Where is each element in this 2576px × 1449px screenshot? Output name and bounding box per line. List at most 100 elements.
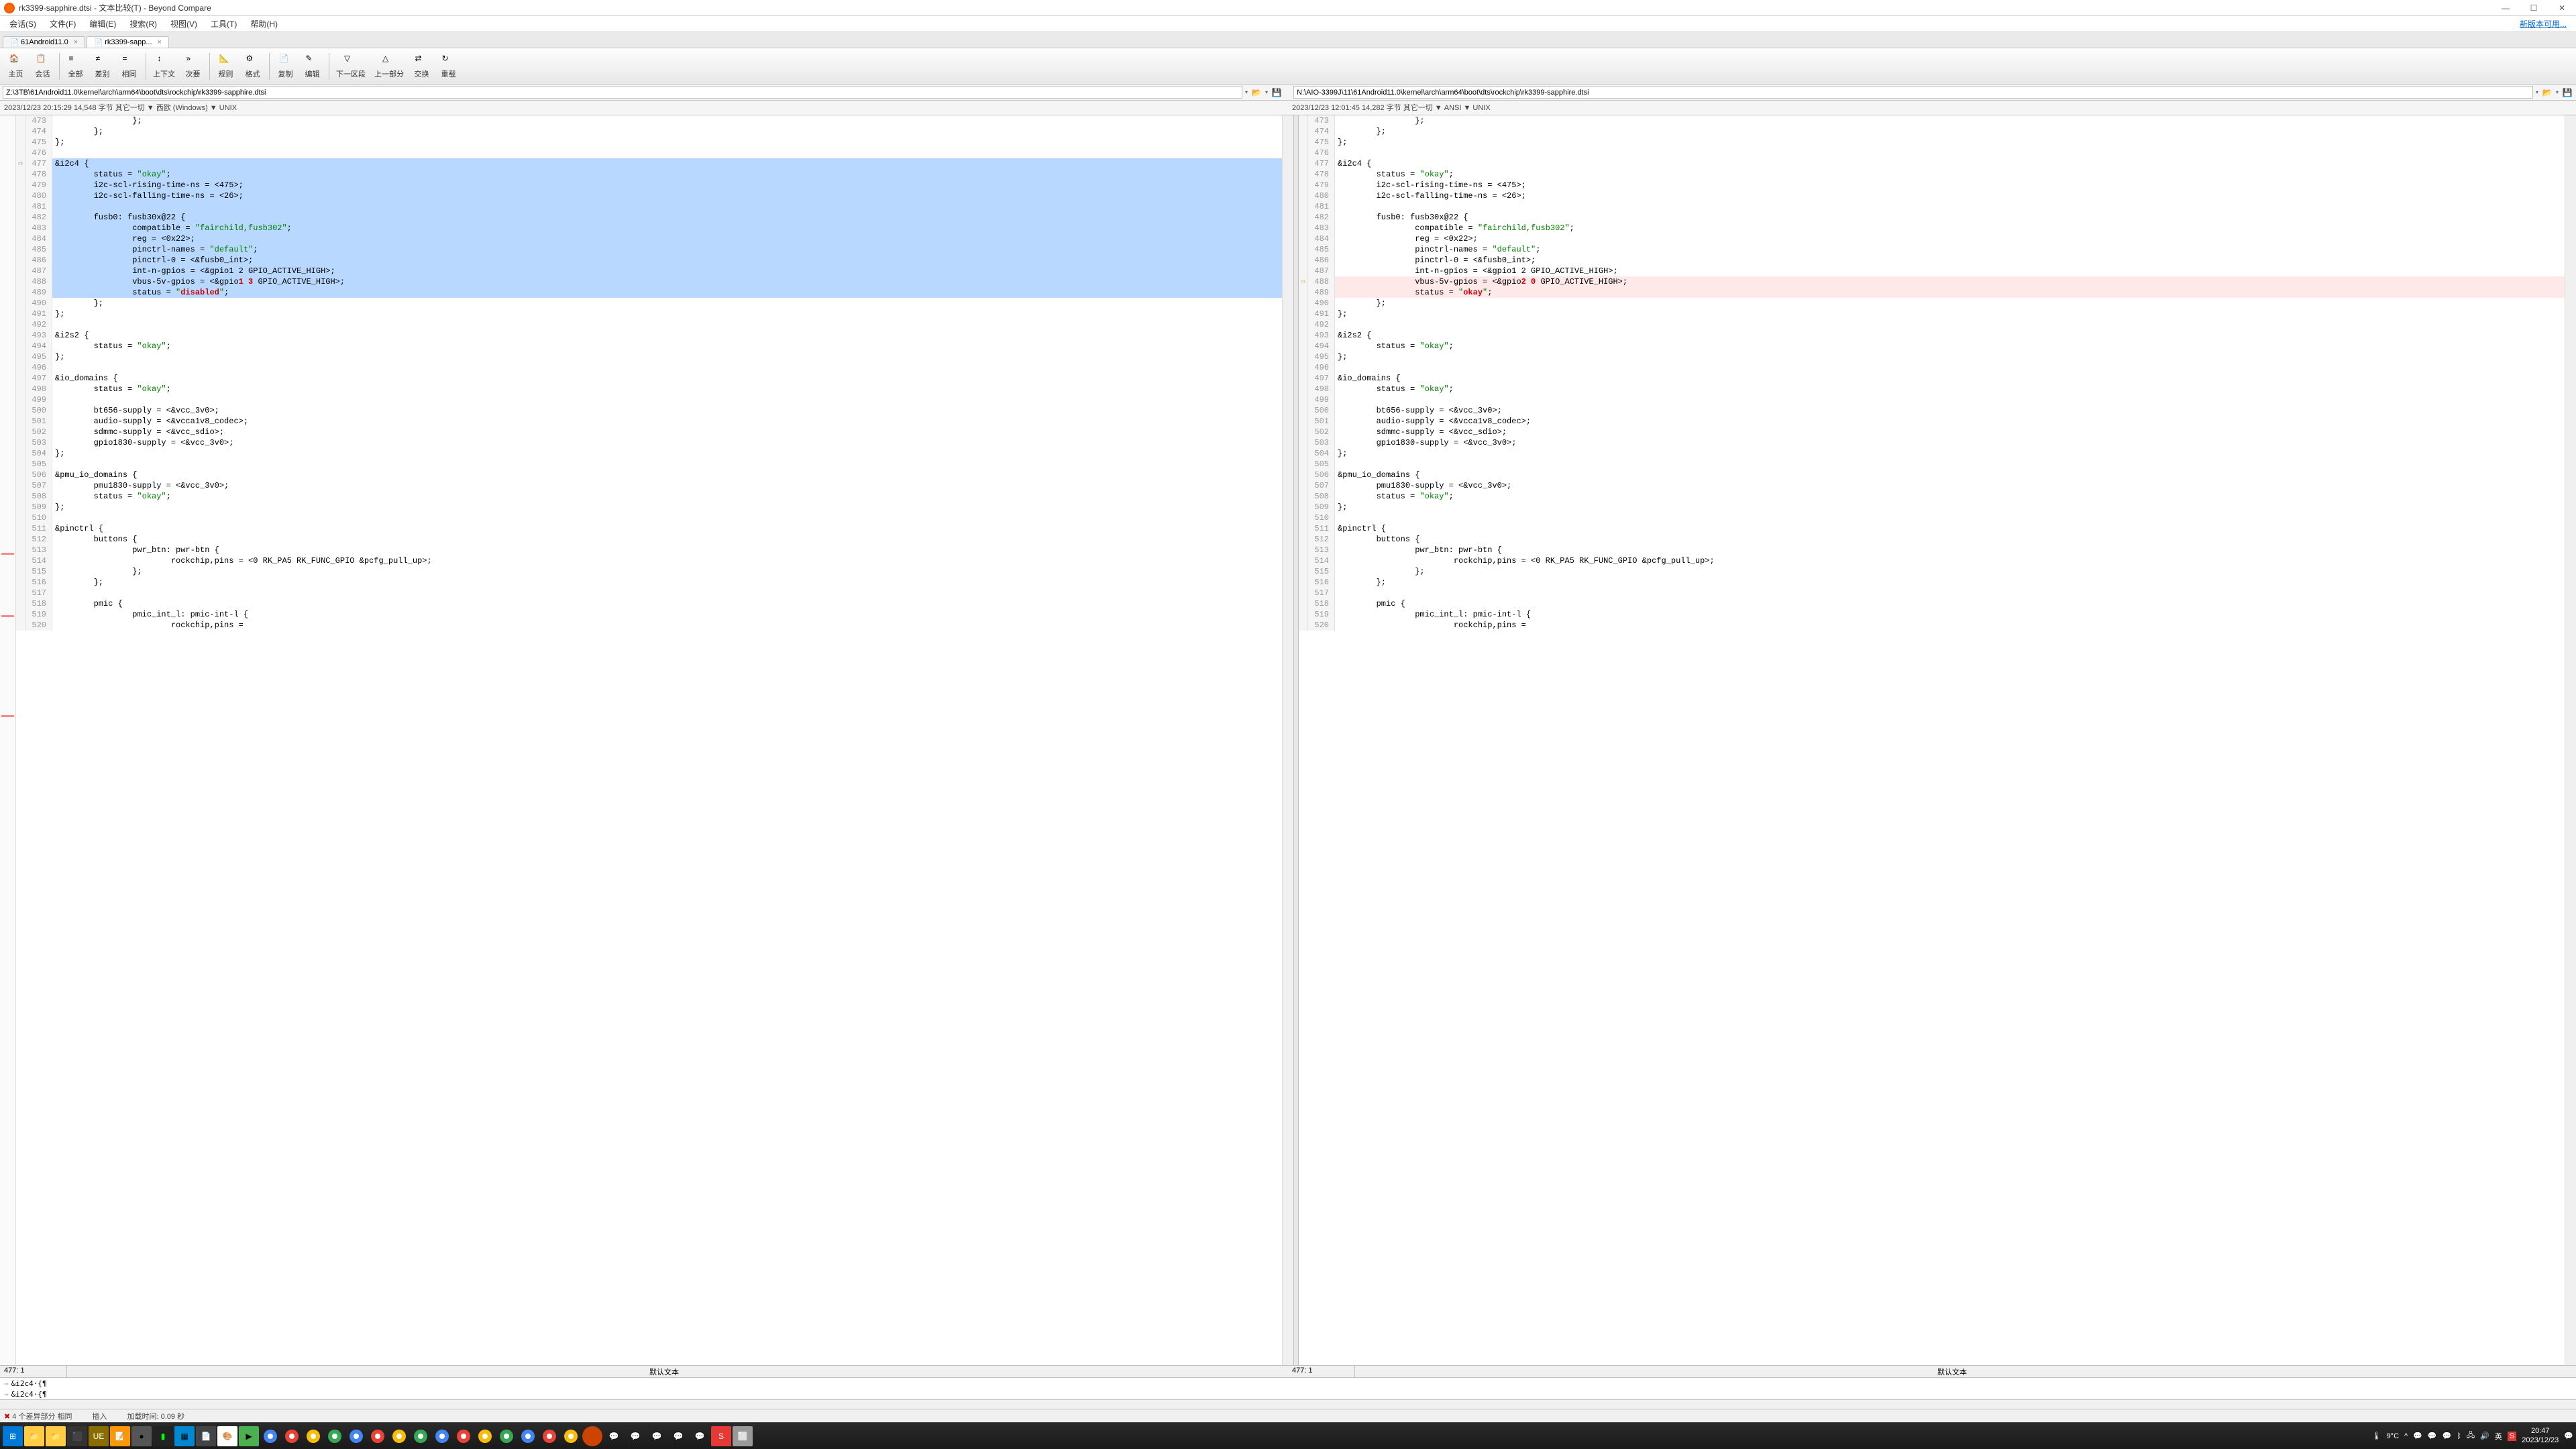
code-line[interactable]: 485 pinctrl-names = "default"; bbox=[1299, 244, 2565, 255]
close-button[interactable]: ✕ bbox=[2552, 1, 2572, 15]
tray-bluetooth-icon[interactable]: ᛒ bbox=[2457, 1432, 2461, 1440]
taskbar-app-icon[interactable]: ⬜ bbox=[733, 1426, 753, 1446]
code-line[interactable]: 507 pmu1830-supply = <&vcc_3v0>; bbox=[1299, 480, 2565, 491]
taskbar-sublime-icon[interactable]: 📝 bbox=[110, 1426, 130, 1446]
code-line[interactable]: 512 buttons { bbox=[16, 534, 1282, 545]
code-line[interactable]: 520 rockchip,pins = bbox=[16, 620, 1282, 631]
taskbar-chrome-icon[interactable] bbox=[432, 1426, 452, 1446]
taskbar-chrome-icon[interactable] bbox=[453, 1426, 474, 1446]
taskbar-chrome-icon[interactable] bbox=[411, 1426, 431, 1446]
taskbar-wechat-icon[interactable]: 💬 bbox=[604, 1426, 624, 1446]
dropdown-icon[interactable]: ▾ bbox=[1245, 89, 1248, 95]
code-line[interactable]: 488 vbus-5v-gpios = <&gpio1 3 GPIO_ACTIV… bbox=[16, 276, 1282, 287]
code-line[interactable]: 490 }; bbox=[1299, 298, 2565, 309]
taskbar-app-icon[interactable]: ▦ bbox=[174, 1426, 195, 1446]
left-open-button[interactable]: 📂 bbox=[1250, 87, 1263, 99]
left-code-pane[interactable]: 473 };474 };475};476⇨477&i2c4 {478 statu… bbox=[16, 115, 1282, 1365]
code-line[interactable]: 482 fusb0: fusb30x@22 { bbox=[1299, 212, 2565, 223]
taskbar-wechat-icon[interactable]: 💬 bbox=[625, 1426, 645, 1446]
code-line[interactable]: 512 buttons { bbox=[1299, 534, 2565, 545]
code-line[interactable]: 497&io_domains { bbox=[1299, 373, 2565, 384]
code-line[interactable]: 503 gpio1830-supply = <&vcc_3v0>; bbox=[16, 437, 1282, 448]
tray-weather-icon[interactable]: 🌡 bbox=[2372, 1432, 2381, 1440]
code-line[interactable]: 478 status = "okay"; bbox=[16, 169, 1282, 180]
code-line[interactable]: 508 status = "okay"; bbox=[1299, 491, 2565, 502]
code-line[interactable]: 518 pmic { bbox=[1299, 598, 2565, 609]
code-line[interactable]: 516 }; bbox=[1299, 577, 2565, 588]
code-line[interactable]: 476 bbox=[16, 148, 1282, 158]
code-line[interactable]: 492 bbox=[16, 319, 1282, 330]
tray-wechat-icon[interactable]: 💬 bbox=[2428, 1432, 2437, 1440]
right-save-button[interactable]: 💾 bbox=[2561, 87, 2573, 99]
tray-wechat-icon[interactable]: 💬 bbox=[2413, 1432, 2422, 1440]
start-button[interactable]: ⊞ bbox=[3, 1426, 23, 1446]
code-line[interactable]: 502 sdmmc-supply = <&vcc_sdio>; bbox=[1299, 427, 2565, 437]
diff-preview-line[interactable]: ⇨&i2c4·{¶ bbox=[0, 1389, 2576, 1399]
taskbar-chrome-icon[interactable] bbox=[260, 1426, 280, 1446]
code-line[interactable]: 481 bbox=[1299, 201, 2565, 212]
code-line[interactable]: 509}; bbox=[16, 502, 1282, 513]
taskbar-chrome-icon[interactable] bbox=[325, 1426, 345, 1446]
code-line[interactable]: 505 bbox=[16, 459, 1282, 470]
taskbar-app-icon[interactable]: ● bbox=[131, 1426, 152, 1446]
left-save-button[interactable]: 💾 bbox=[1271, 87, 1283, 99]
code-line[interactable]: 515 }; bbox=[16, 566, 1282, 577]
code-line[interactable]: 508 status = "okay"; bbox=[16, 491, 1282, 502]
toolbar-all-button[interactable]: ≡全部 bbox=[62, 50, 89, 83]
code-line[interactable]: 514 rockchip,pins = <0 RK_PA5 RK_FUNC_GP… bbox=[16, 555, 1282, 566]
code-line[interactable]: 493&i2s2 { bbox=[16, 330, 1282, 341]
code-line[interactable]: 480 i2c-scl-falling-time-ns = <26>; bbox=[1299, 191, 2565, 201]
toolbar-copy-button[interactable]: 📄复制 bbox=[272, 50, 299, 83]
taskbar-chrome-icon[interactable] bbox=[368, 1426, 388, 1446]
tray-volume-icon[interactable]: 🔊 bbox=[2480, 1432, 2489, 1440]
right-hscroll[interactable] bbox=[2549, 1366, 2576, 1377]
code-line[interactable]: 519 pmic_int_l: pmic-int-l { bbox=[1299, 609, 2565, 620]
code-line[interactable]: 506&pmu_io_domains { bbox=[16, 470, 1282, 480]
right-open-button[interactable]: 📂 bbox=[2541, 87, 2553, 99]
taskbar-chrome-icon[interactable] bbox=[389, 1426, 409, 1446]
right-scrollbar[interactable] bbox=[2565, 115, 2576, 1365]
code-line[interactable]: 511&pinctrl { bbox=[16, 523, 1282, 534]
taskbar-chrome-icon[interactable] bbox=[475, 1426, 495, 1446]
code-line[interactable]: 494 status = "okay"; bbox=[16, 341, 1282, 352]
menu-item[interactable]: 视图(V) bbox=[165, 17, 203, 31]
tray-chevron-up-icon[interactable]: ^ bbox=[2404, 1432, 2408, 1440]
code-line[interactable]: 520 rockchip,pins = bbox=[1299, 620, 2565, 631]
toolbar-minor-button[interactable]: »次要 bbox=[180, 50, 207, 83]
code-line[interactable]: 518 pmic { bbox=[16, 598, 1282, 609]
code-line[interactable]: 483 compatible = "fairchild,fusb302"; bbox=[1299, 223, 2565, 233]
taskbar-beyondcompare-icon[interactable] bbox=[582, 1426, 602, 1446]
code-line[interactable]: 514 rockchip,pins = <0 RK_PA5 RK_FUNC_GP… bbox=[1299, 555, 2565, 566]
taskbar-chrome-icon[interactable] bbox=[303, 1426, 323, 1446]
code-line[interactable]: 513 pwr_btn: pwr-btn { bbox=[1299, 545, 2565, 555]
menu-item[interactable]: 帮助(H) bbox=[245, 17, 283, 31]
tray-notifications-icon[interactable]: 💬 bbox=[2564, 1432, 2573, 1440]
code-line[interactable]: 496 bbox=[16, 362, 1282, 373]
left-thumbnail[interactable] bbox=[0, 115, 16, 1365]
document-tab[interactable]: 📄rk3399-sapp...× bbox=[87, 36, 169, 48]
code-line[interactable]: 503 gpio1830-supply = <&vcc_3v0>; bbox=[1299, 437, 2565, 448]
taskbar-explorer-icon[interactable]: 📁 bbox=[46, 1426, 66, 1446]
code-line[interactable]: 505 bbox=[1299, 459, 2565, 470]
code-line[interactable]: 495}; bbox=[1299, 352, 2565, 362]
menu-item[interactable]: 搜索(R) bbox=[124, 17, 162, 31]
toolbar-prev-button[interactable]: △上一部分 bbox=[370, 50, 409, 83]
code-line[interactable]: ⇨488 vbus-5v-gpios = <&gpio2 0 GPIO_ACTI… bbox=[1299, 276, 2565, 287]
tab-close-icon[interactable]: × bbox=[158, 38, 162, 46]
code-line[interactable]: 492 bbox=[1299, 319, 2565, 330]
left-path-input[interactable] bbox=[3, 86, 1242, 99]
code-line[interactable]: 480 i2c-scl-falling-time-ns = <26>; bbox=[16, 191, 1282, 201]
code-line[interactable]: 507 pmu1830-supply = <&vcc_3v0>; bbox=[16, 480, 1282, 491]
code-line[interactable]: ⇨477&i2c4 { bbox=[16, 158, 1282, 169]
code-line[interactable]: 481 bbox=[16, 201, 1282, 212]
code-line[interactable]: 494 status = "okay"; bbox=[1299, 341, 2565, 352]
code-line[interactable]: 477&i2c4 { bbox=[1299, 158, 2565, 169]
minimize-button[interactable]: — bbox=[2496, 1, 2516, 15]
code-line[interactable]: 519 pmic_int_l: pmic-int-l { bbox=[16, 609, 1282, 620]
tray-network-icon[interactable]: 🖧 bbox=[2467, 1430, 2475, 1442]
tab-close-icon[interactable]: × bbox=[74, 38, 78, 46]
code-line[interactable]: 490 }; bbox=[16, 298, 1282, 309]
taskbar-app-icon[interactable]: ⬛ bbox=[67, 1426, 87, 1446]
taskbar-app-icon[interactable]: 📄 bbox=[196, 1426, 216, 1446]
code-line[interactable]: 473 }; bbox=[16, 115, 1282, 126]
